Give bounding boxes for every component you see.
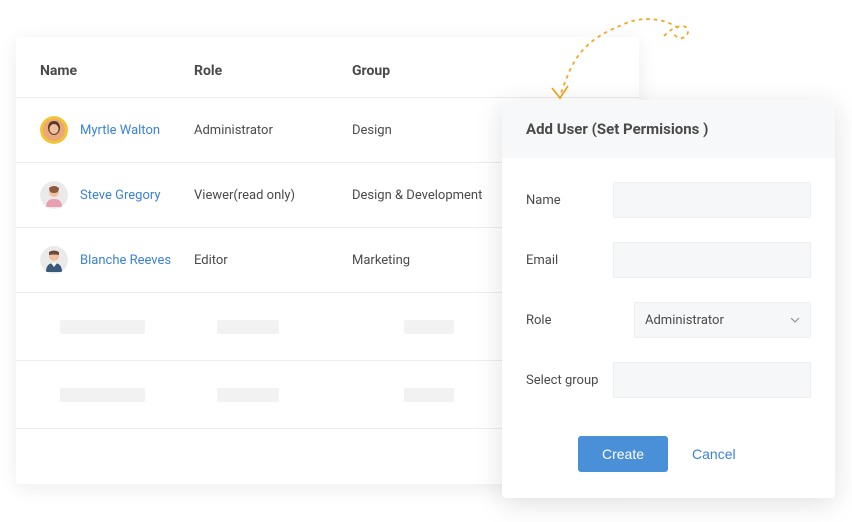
modal-header: Add User (Set Permisions ) [502,100,835,158]
name-label: Name [526,193,613,208]
role-select-value: Administrator [645,313,724,328]
user-name-link[interactable]: Myrtle Walton [80,123,160,138]
user-role: Administrator [194,123,352,138]
user-group: Design [352,123,512,138]
skeleton-placeholder [404,320,454,334]
chevron-down-icon [790,315,800,325]
modal-footer: Create Cancel [554,430,835,498]
user-name-link[interactable]: Steve Gregory [80,188,161,203]
user-role: Editor [194,253,352,268]
skeleton-placeholder [217,388,279,402]
role-label: Role [526,313,634,328]
avatar [40,116,68,144]
role-select[interactable]: Administrator [634,302,811,338]
user-group: Design & Development [352,188,512,203]
cancel-button[interactable]: Cancel [692,446,736,462]
table-header: Name Role Group [16,37,639,97]
column-header-name: Name [40,63,194,79]
skeleton-placeholder [217,320,279,334]
email-label: Email [526,253,613,268]
skeleton-placeholder [404,388,454,402]
skeleton-placeholder [60,320,145,334]
avatar [40,246,68,274]
skeleton-placeholder [60,388,145,402]
user-name-link[interactable]: Blanche Reeves [80,253,171,268]
user-role: Viewer(read only) [194,188,352,203]
modal-title: Add User (Set Permisions ) [526,120,811,138]
email-field[interactable] [613,242,811,278]
add-user-modal: Add User (Set Permisions ) Name Email Ro… [502,100,835,498]
avatar [40,181,68,209]
column-header-group: Group [352,63,512,79]
user-group: Marketing [352,253,512,268]
create-button[interactable]: Create [578,436,668,472]
group-label: Select group [526,373,613,388]
group-field[interactable] [613,362,811,398]
name-field[interactable] [613,182,811,218]
modal-body: Name Email Role Administrator Select gro… [502,158,835,430]
column-header-role: Role [194,63,352,79]
